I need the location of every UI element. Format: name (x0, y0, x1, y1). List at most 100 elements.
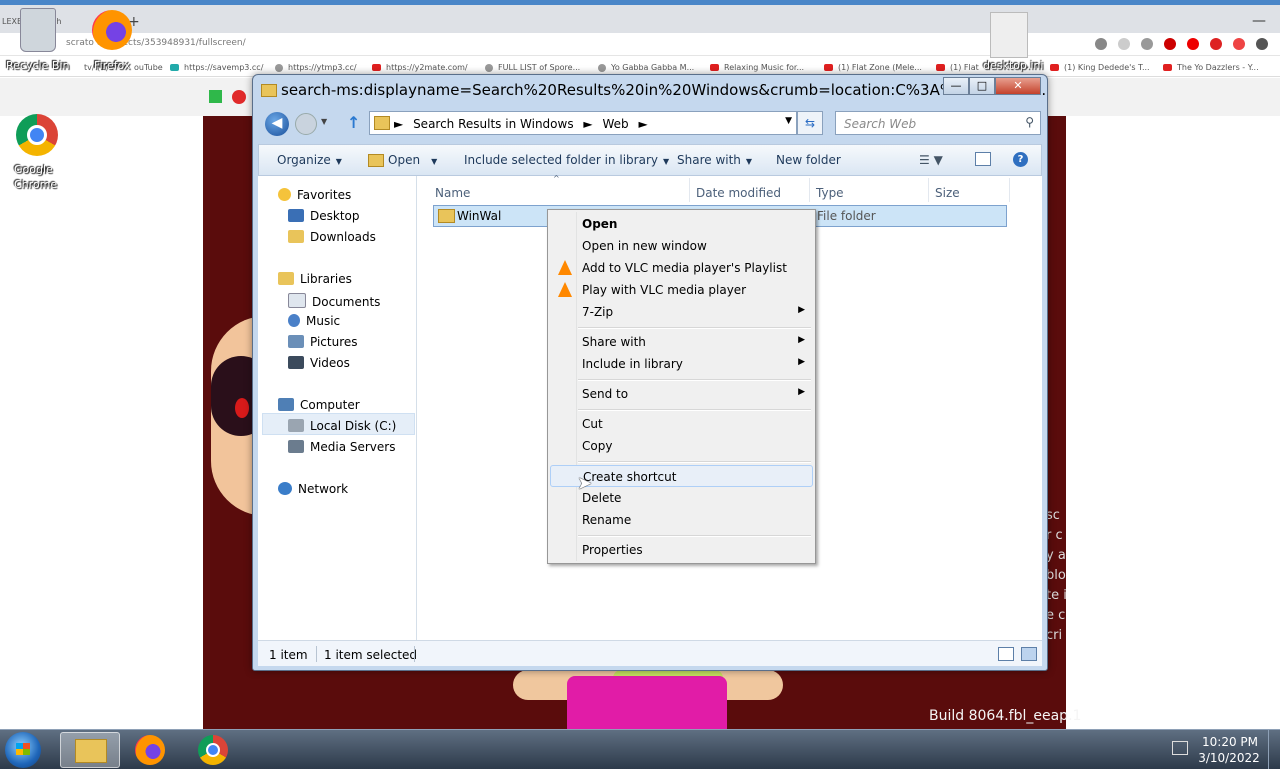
organize-button[interactable]: Organize ▼ (277, 153, 342, 167)
nav-item-videos[interactable]: Videos (288, 356, 350, 370)
bookmark[interactable]: (1) Flat (936, 63, 979, 72)
bookmark[interactable]: (1) Flat Zone (Mele... (824, 63, 922, 72)
nav-item-libraries[interactable]: Libraries (278, 272, 352, 286)
bookmark[interactable]: (1) King Dedede's T... (1050, 63, 1150, 72)
column-divider[interactable] (1009, 178, 1010, 202)
minimize-button[interactable]: — (943, 77, 969, 95)
network-tray-icon[interactable] (1172, 741, 1188, 755)
desktop-ini-icon[interactable] (990, 12, 1028, 58)
start-button[interactable] (5, 732, 41, 768)
menu-item-share-with[interactable]: Share with ▶ (550, 331, 813, 353)
breadcrumb-separator-icon[interactable]: ► (638, 117, 647, 131)
menu-item-7zip[interactable]: 7-Zip ▶ (550, 301, 813, 323)
nav-item-computer[interactable]: Computer (278, 398, 360, 412)
star-icon[interactable] (1095, 38, 1107, 50)
menu-item-properties[interactable]: Properties (550, 539, 813, 561)
menu-item-cut[interactable]: Cut (550, 413, 813, 435)
stop-sign-icon[interactable] (232, 90, 246, 104)
include-in-library-button[interactable]: Include selected folder in library ▼ (464, 153, 669, 167)
extension-icon[interactable] (1118, 38, 1130, 50)
help-icon[interactable]: ? (1013, 152, 1028, 167)
large-icons-view-icon[interactable] (1021, 647, 1037, 661)
up-arrow-icon[interactable]: ↑ (347, 113, 360, 132)
column-divider[interactable] (809, 178, 810, 202)
chevron-down-icon[interactable]: ▼ (785, 116, 792, 126)
column-divider[interactable] (928, 178, 929, 202)
breadcrumb-web[interactable]: Web (602, 117, 628, 131)
bookmark[interactable]: The Yo Dazzlers - Y... (1163, 63, 1259, 72)
nav-item-favorites[interactable]: Favorites (278, 188, 351, 202)
firefox-desktop-icon[interactable] (92, 10, 132, 50)
google-chrome-desktop-icon[interactable] (16, 114, 58, 156)
show-desktop-button[interactable] (1268, 730, 1280, 769)
menu-item-rename[interactable]: Rename (550, 509, 813, 531)
bookmark[interactable]: FULL LIST of Spore... (485, 63, 580, 72)
menu-item-send-to[interactable]: Send to ▶ (550, 383, 813, 405)
history-dropdown-icon[interactable]: ▼ (321, 117, 327, 126)
extension-icon[interactable] (1233, 38, 1245, 50)
google-chrome-label-line1[interactable]: Google (14, 163, 53, 176)
row-name[interactable]: WinWal (457, 209, 501, 223)
clock-date[interactable]: 3/10/2022 (1196, 751, 1262, 765)
address-bar[interactable]: ► Search Results in Windows ► Web ► ▼ (369, 111, 797, 135)
column-header-name[interactable]: Name (435, 186, 470, 200)
extension-icon[interactable] (1164, 38, 1176, 50)
taskbar-chrome-icon[interactable] (198, 735, 228, 765)
menu-item-vlc-play[interactable]: Play with VLC media player (550, 279, 813, 301)
nav-item-downloads[interactable]: Downloads (288, 230, 376, 244)
extension-icon[interactable] (1210, 38, 1222, 50)
new-folder-button[interactable]: New folder (776, 153, 841, 167)
back-button[interactable]: ◀ (265, 112, 289, 136)
browser-minimize-icon[interactable]: — (1252, 13, 1266, 29)
menu-icon[interactable] (1256, 38, 1268, 50)
refresh-button[interactable]: ⇆ (797, 111, 823, 135)
recycle-bin-label[interactable]: Recycle Bin (6, 59, 69, 72)
nav-item-media-servers[interactable]: Media Servers (288, 440, 395, 454)
bookmark[interactable]: ouTube (134, 63, 163, 72)
column-header-type[interactable]: Type (816, 186, 844, 200)
menu-item-open-new-window[interactable]: Open in new window (550, 235, 813, 257)
clock-time[interactable]: 10:20 PM (1200, 735, 1260, 749)
breadcrumb-separator-icon[interactable]: ► (394, 117, 403, 131)
search-icon[interactable]: ⚲ (1025, 115, 1034, 129)
taskbar-explorer-button[interactable] (60, 732, 120, 768)
bookmark[interactable]: Relaxing Music for... (710, 63, 804, 72)
preview-pane-icon[interactable] (975, 152, 991, 166)
breadcrumb-separator-icon[interactable]: ► (583, 117, 592, 131)
column-header-size[interactable]: Size (935, 186, 960, 200)
bookmark[interactable]: https://ytmp3.cc/ (275, 63, 357, 72)
bookmark[interactable]: https://y2mate.com/ (372, 63, 468, 72)
breadcrumb-search-results[interactable]: Search Results in Windows (413, 117, 574, 131)
nav-item-network[interactable]: Network (278, 482, 348, 496)
menu-item-open[interactable]: Open (550, 213, 813, 235)
change-view-icon[interactable]: ☰ ▼ (919, 153, 943, 167)
menu-item-include-library[interactable]: Include in library ▶ (550, 353, 813, 375)
google-chrome-label-line2[interactable]: Chrome (14, 178, 57, 191)
browser-url[interactable]: scrato o/projects/353948931/fullscreen/ (66, 38, 246, 48)
recycle-bin-icon[interactable] (20, 8, 56, 52)
search-input[interactable]: Search Web ⚲ (835, 111, 1041, 135)
taskbar-firefox-icon[interactable] (135, 735, 165, 765)
column-divider[interactable] (689, 178, 690, 202)
nav-item-music[interactable]: Music (288, 314, 340, 328)
forward-button[interactable] (295, 113, 317, 135)
nav-item-local-disk[interactable]: Local Disk (C:) (288, 419, 396, 433)
nav-item-pictures[interactable]: Pictures (288, 335, 358, 349)
bookmark[interactable]: Yo Gabba Gabba M... (598, 63, 694, 72)
extension-icon[interactable] (1187, 38, 1199, 50)
green-flag-icon[interactable] (209, 90, 222, 103)
share-with-button[interactable]: Share with ▼ (677, 153, 752, 167)
close-button[interactable]: ✕ (995, 77, 1041, 95)
nav-item-desktop[interactable]: Desktop (288, 209, 360, 223)
open-button[interactable]: Open ▼ (368, 153, 437, 167)
maximize-button[interactable]: □ (969, 77, 995, 95)
menu-item-vlc-playlist[interactable]: Add to VLC media player's Playlist (550, 257, 813, 279)
column-header-date[interactable]: Date modified (696, 186, 781, 200)
details-view-icon[interactable] (998, 647, 1014, 661)
desktop-ini-label[interactable]: desktop.ini (983, 59, 1043, 72)
extension-icon[interactable] (1141, 38, 1153, 50)
menu-item-copy[interactable]: Copy (550, 435, 813, 457)
bookmark[interactable]: https://savemp3.cc/ (170, 63, 263, 72)
firefox-label[interactable]: Firefox (94, 59, 130, 72)
nav-item-documents[interactable]: Documents (288, 293, 380, 309)
